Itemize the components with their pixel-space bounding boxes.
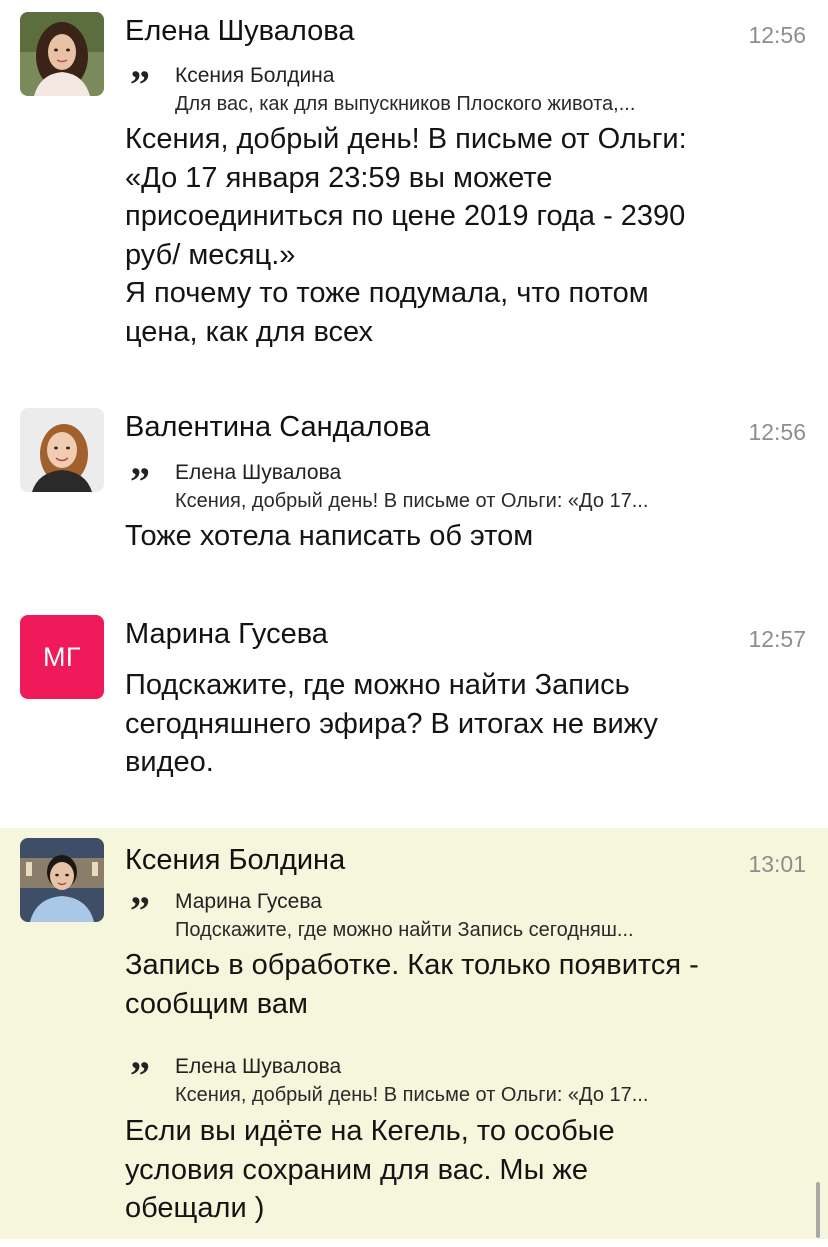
message-time: 12:56 xyxy=(748,22,806,48)
reply-quote[interactable]: ” Елена Шувалова Ксения, добрый день! В … xyxy=(130,461,790,517)
reply-quote[interactable]: ” Елена Шувалова Ксения, добрый день! В … xyxy=(130,1055,790,1111)
avatar-photo-elena-icon xyxy=(20,12,104,96)
avatar[interactable] xyxy=(20,12,104,96)
quote-author: Марина Гусева xyxy=(175,890,322,913)
scrollbar[interactable] xyxy=(816,1182,820,1238)
message-item[interactable]: Валентина Сандалова 12:56 ” Елена Шувало… xyxy=(0,380,828,585)
reply-quote[interactable]: ” Ксения Болдина Для вас, как для выпуск… xyxy=(130,64,790,120)
quote-icon: ” xyxy=(130,62,150,107)
quote-text: Ксения, добрый день! В письме от Ольги: … xyxy=(175,1084,649,1106)
reply-quote[interactable]: ” Марина Гусева Подскажите, где можно на… xyxy=(130,890,790,946)
message-author[interactable]: Валентина Сандалова xyxy=(125,411,430,444)
avatar[interactable] xyxy=(20,408,104,492)
message-text: Ксения, добрый день! В письме от Ольги: … xyxy=(125,123,687,348)
message-text: Запись в обработке. Как только появится … xyxy=(125,949,699,1020)
quote-author: Елена Шувалова xyxy=(175,1055,342,1078)
avatar[interactable]: МГ xyxy=(20,615,104,699)
message-item[interactable]: Елена Шувалова 12:56 ” Ксения Болдина Дл… xyxy=(0,0,828,380)
quote-author: Елена Шувалова xyxy=(175,461,342,484)
message-text: Если вы идёте на Кегель, то особые услов… xyxy=(125,1115,615,1224)
message-item-highlighted[interactable]: Ксения Болдина 13:01 ” Марина Гусева Под… xyxy=(0,828,828,1239)
message-author[interactable]: Ксения Болдина xyxy=(125,844,345,877)
message-text: Тоже хотела написать об этом xyxy=(125,520,534,552)
quote-text: Для вас, как для выпускников Плоского жи… xyxy=(175,93,636,115)
message-time: 12:57 xyxy=(748,626,806,652)
quote-author: Ксения Болдина xyxy=(175,64,335,87)
quote-text: Ксения, добрый день! В письме от Ольги: … xyxy=(175,490,649,512)
quote-icon: ” xyxy=(130,459,150,504)
message-time: 13:01 xyxy=(748,851,806,877)
message-author[interactable]: Елена Шувалова xyxy=(125,15,354,48)
quote-icon: ” xyxy=(130,1053,150,1098)
avatar-photo-valentina-icon xyxy=(20,408,104,492)
quote-icon: ” xyxy=(130,888,150,933)
avatar-photo-kseniya-icon xyxy=(20,838,104,922)
message-text: Подскажите, где можно найти Запись сегод… xyxy=(125,669,658,778)
message-time: 12:56 xyxy=(748,419,806,445)
quote-text: Подскажите, где можно найти Запись сегод… xyxy=(175,919,634,941)
message-author[interactable]: Марина Гусева xyxy=(125,618,328,651)
message-item[interactable]: МГ Марина Гусева 12:57 Подскажите, где м… xyxy=(0,585,828,828)
avatar[interactable] xyxy=(20,838,104,922)
